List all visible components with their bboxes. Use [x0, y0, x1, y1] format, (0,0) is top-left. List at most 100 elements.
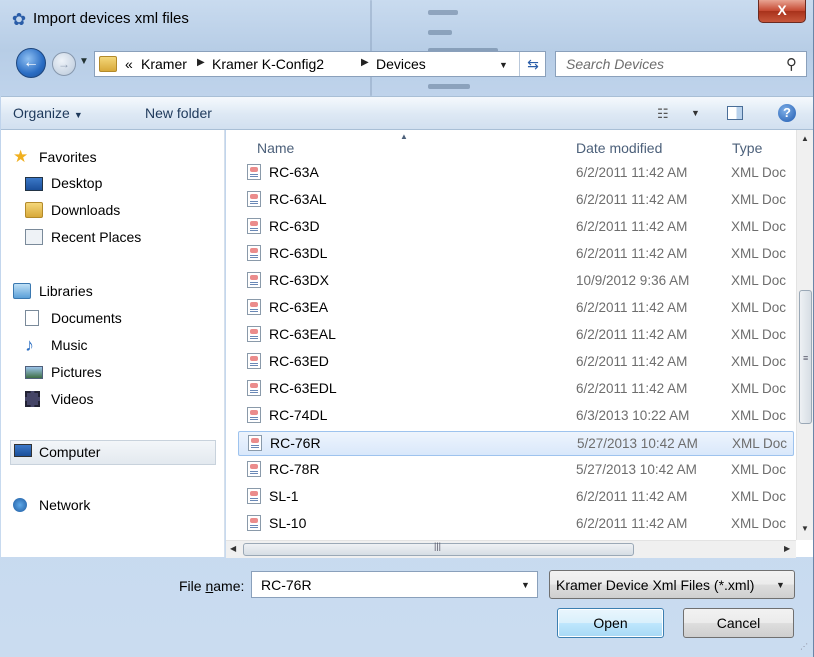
file-type: XML Doc	[731, 381, 787, 396]
preview-pane-icon[interactable]	[727, 106, 743, 120]
file-name: RC-63A	[269, 164, 319, 180]
nav-desktop-label: Desktop	[51, 175, 103, 191]
close-button[interactable]: X	[758, 0, 806, 23]
file-name: RC-63ED	[269, 353, 329, 369]
scroll-left-icon[interactable]: ◀	[230, 544, 236, 553]
scroll-down-icon[interactable]: ▼	[801, 524, 809, 533]
file-name: RC-63AL	[269, 191, 327, 207]
search-input[interactable]: Search Devices ⚲	[555, 51, 807, 77]
breadcrumb-kramer[interactable]: Kramer	[141, 56, 187, 72]
view-dropdown-chevron-icon[interactable]: ▼	[691, 108, 700, 118]
file-date: 6/2/2011 11:42 AM	[576, 381, 688, 396]
file-row[interactable]: RC-63EA 6/2/2011 11:42 AM XML Doc	[238, 296, 794, 321]
file-row[interactable]: RC-63EAL 6/2/2011 11:42 AM XML Doc	[238, 323, 794, 348]
xml-file-icon	[247, 245, 261, 261]
nav-computer[interactable]: Computer	[10, 440, 216, 465]
xml-file-icon	[247, 326, 261, 342]
nav-music[interactable]: ♪ Music	[1, 335, 223, 357]
star-icon: ★	[13, 147, 29, 166]
sort-ascending-icon: ▲	[400, 132, 408, 141]
nav-libraries[interactable]: Libraries	[1, 281, 223, 303]
file-type: XML Doc	[731, 516, 787, 531]
nav-recent-places-label: Recent Places	[51, 229, 142, 245]
file-type-select[interactable]: Kramer Device Xml Files (*.xml) ▼	[549, 570, 795, 599]
forward-button[interactable]: →	[52, 52, 76, 76]
nav-pictures[interactable]: Pictures	[1, 362, 223, 384]
file-row[interactable]: RC-63DX 10/9/2012 9:36 AM XML Doc	[238, 269, 794, 294]
file-row[interactable]: RC-63EDL 6/2/2011 11:42 AM XML Doc	[238, 377, 794, 402]
file-date: 6/2/2011 11:42 AM	[576, 246, 688, 261]
file-row[interactable]: RC-78R 5/27/2013 10:42 AM XML Doc	[238, 458, 794, 483]
file-type: XML Doc	[731, 300, 787, 315]
file-row[interactable]: RC-63DL 6/2/2011 11:42 AM XML Doc	[238, 242, 794, 267]
file-date: 5/27/2013 10:42 AM	[576, 462, 697, 477]
address-history-dropdown[interactable]: ▼	[499, 60, 508, 70]
file-date: 6/2/2011 11:42 AM	[576, 165, 688, 180]
breadcrumb-overflow[interactable]: «	[125, 56, 133, 72]
breadcrumb-devices[interactable]: Devices	[376, 56, 426, 72]
file-row[interactable]: RC-63A 6/2/2011 11:42 AM XML Doc	[238, 161, 794, 186]
scroll-right-icon[interactable]: ▶	[784, 544, 790, 553]
nav-downloads-label: Downloads	[51, 202, 121, 218]
xml-file-icon	[247, 218, 261, 234]
xml-file-icon	[247, 191, 261, 207]
back-button[interactable]: ←	[16, 48, 46, 78]
cancel-button[interactable]: Cancel	[683, 608, 794, 638]
downloads-folder-icon	[25, 202, 43, 218]
music-icon: ♪	[25, 335, 34, 355]
nav-favorites[interactable]: ★ Favorites	[1, 147, 223, 169]
xml-file-icon	[247, 488, 261, 504]
search-icon[interactable]: ⚲	[786, 55, 797, 73]
organize-button[interactable]: Organize ▼	[13, 105, 83, 121]
nav-downloads[interactable]: Downloads	[1, 200, 223, 222]
resize-grip-icon[interactable]: ⋰	[800, 642, 808, 651]
refresh-button[interactable]: ⇆	[519, 52, 546, 76]
nav-favorites-label: Favorites	[39, 149, 97, 165]
file-row[interactable]: RC-63AL 6/2/2011 11:42 AM XML Doc	[238, 188, 794, 213]
breadcrumb-kconfig2[interactable]: Kramer K-Config2	[212, 56, 324, 72]
chevron-right-icon[interactable]: ▶	[197, 57, 205, 68]
folder-icon	[99, 56, 117, 72]
horizontal-scroll-thumb[interactable]: |||	[243, 541, 634, 556]
nav-videos[interactable]: Videos	[1, 389, 223, 411]
organize-label: Organize	[13, 105, 70, 121]
new-folder-button[interactable]: New folder	[145, 105, 212, 121]
gear-icon: ✿	[11, 10, 27, 29]
nav-documents-label: Documents	[51, 310, 122, 326]
address-bar[interactable]: « Kramer ▶ Kramer K-Config2 ▶ Devices ▼ …	[94, 51, 546, 77]
vertical-scrollbar[interactable]: ▲ ≡ ▼	[796, 130, 813, 540]
scroll-up-icon[interactable]: ▲	[801, 134, 809, 143]
documents-icon	[25, 310, 39, 326]
column-type-header[interactable]: Type	[732, 140, 762, 156]
file-row[interactable]: RC-63D 6/2/2011 11:42 AM XML Doc	[238, 215, 794, 240]
file-type: XML Doc	[731, 192, 787, 207]
nav-network[interactable]: Network	[1, 495, 223, 517]
nav-documents[interactable]: Documents	[1, 308, 223, 330]
chevron-right-icon[interactable]: ▶	[361, 57, 369, 68]
file-row[interactable]: RC-63ED 6/2/2011 11:42 AM XML Doc	[238, 350, 794, 375]
background-window-decoration	[370, 0, 530, 96]
file-row[interactable]: SL-1 6/2/2011 11:42 AM XML Doc	[238, 485, 794, 510]
file-row[interactable]: RC-74DL 6/3/2013 10:22 AM XML Doc	[238, 404, 794, 429]
open-button[interactable]: Open	[557, 608, 664, 638]
nav-desktop[interactable]: Desktop	[1, 173, 223, 195]
xml-file-icon	[247, 461, 261, 477]
horizontal-scrollbar[interactable]: ◀ ||| ▶	[226, 540, 796, 558]
vertical-scroll-thumb[interactable]: ≡	[799, 290, 812, 424]
xml-file-icon	[247, 299, 261, 315]
view-options-icon[interactable]: ☷	[657, 106, 669, 122]
help-icon[interactable]: ?	[778, 104, 796, 122]
column-name-header[interactable]: Name	[257, 140, 294, 156]
arrow-right-icon: →	[58, 57, 70, 71]
grip-icon: ≡	[803, 353, 809, 363]
chevron-down-icon[interactable]: ▼	[521, 580, 530, 590]
file-name-input[interactable]: RC-76R ▼	[251, 571, 538, 598]
column-date-header[interactable]: Date modified	[576, 140, 662, 156]
recent-pages-dropdown[interactable]: ▼	[79, 56, 89, 67]
title-bar: ✿ Import devices xml files X	[0, 0, 813, 96]
file-date: 10/9/2012 9:36 AM	[576, 273, 690, 288]
file-row[interactable]: RC-76R 5/27/2013 10:42 AM XML Doc	[238, 431, 794, 456]
nav-recent-places[interactable]: Recent Places	[1, 227, 223, 249]
file-date: 6/2/2011 11:42 AM	[576, 354, 688, 369]
file-row[interactable]: SL-10 6/2/2011 11:42 AM XML Doc	[238, 512, 794, 537]
